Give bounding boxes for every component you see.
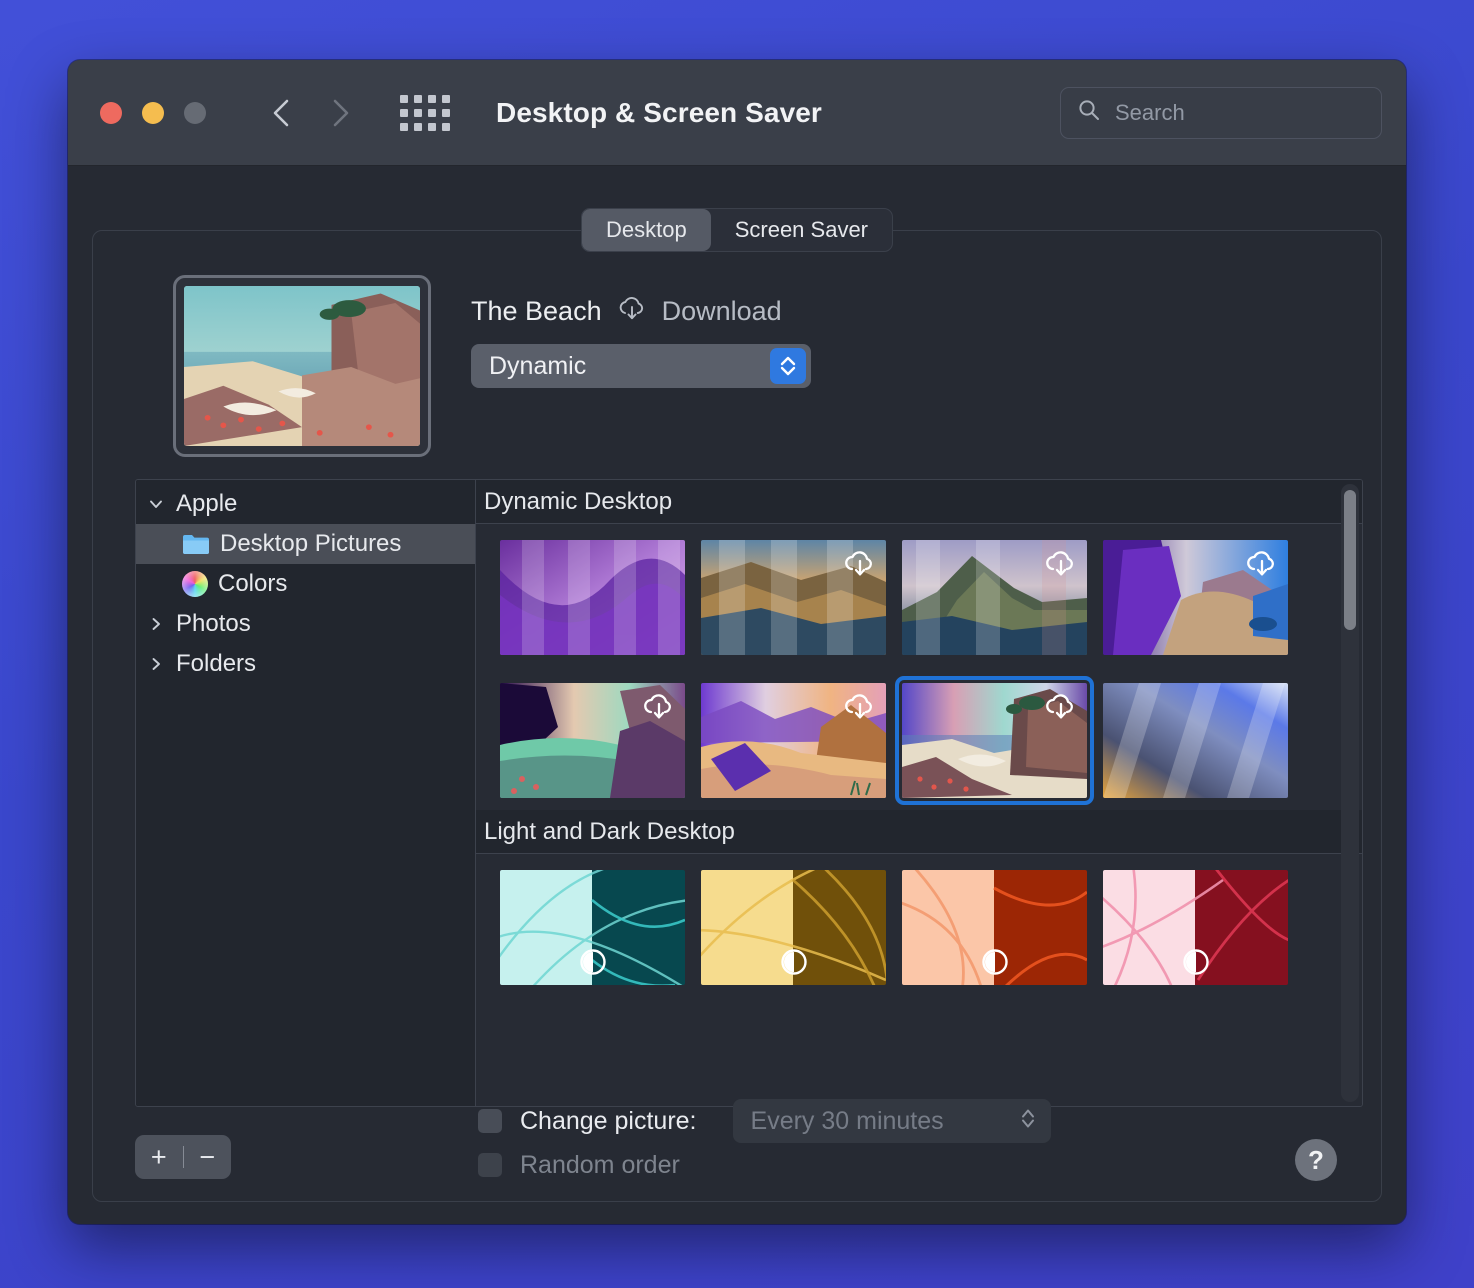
sidebar-item-label: Apple (176, 490, 237, 518)
search-icon (1077, 98, 1101, 127)
change-picture-checkbox[interactable] (478, 1109, 502, 1133)
window-titlebar: Desktop & Screen Saver Search (68, 60, 1406, 166)
light-dark-icon (576, 945, 610, 979)
wallpaper-gallery[interactable]: Dynamic Desktop (476, 480, 1362, 1106)
system-preferences-window: Desktop & Screen Saver Search Desktop Sc… (68, 60, 1406, 1224)
chevron-updown-icon (770, 348, 806, 384)
wallpaper-thumb-teal[interactable] (500, 870, 685, 985)
wallpaper-thumb-the-cliffs[interactable] (1103, 540, 1288, 655)
change-picture-controls: Change picture: Every 30 minutes Rand (478, 1099, 1051, 1187)
tab-desktop[interactable]: Desktop (582, 209, 711, 251)
chevron-right-icon[interactable] (146, 655, 166, 673)
back-chevron-icon[interactable] (268, 96, 294, 130)
wallpaper-thumb-pink[interactable] (1103, 870, 1288, 985)
gallery-scrollbar[interactable] (1341, 484, 1359, 1102)
add-folder-button[interactable]: + (135, 1142, 183, 1173)
sidebar-item-label: Photos (176, 610, 251, 638)
download-label[interactable]: Download (662, 296, 782, 327)
remove-folder-button[interactable]: − (184, 1142, 232, 1173)
preference-content: Desktop Screen Saver (68, 166, 1406, 1224)
show-all-grid-icon[interactable] (400, 95, 450, 131)
chevron-down-icon[interactable] (146, 495, 166, 513)
wallpaper-thumb-catalina[interactable] (902, 540, 1087, 655)
cloud-download-icon (1043, 548, 1079, 580)
wallpaper-thumb-orange[interactable] (902, 870, 1087, 985)
sidebar-item-folders[interactable]: Folders (136, 644, 475, 684)
sidebar-item-desktop-pictures[interactable]: Desktop Pictures (136, 524, 475, 564)
light-dark-icon (1179, 945, 1213, 979)
cloud-download-icon (1043, 691, 1079, 723)
color-wheel-icon (182, 571, 208, 597)
source-and-gallery: Apple Desktop Pictures Colo (135, 479, 1363, 1107)
search-placeholder: Search (1115, 100, 1185, 126)
cloud-download-icon[interactable] (616, 295, 648, 328)
current-wallpaper-preview[interactable] (173, 275, 431, 457)
cloud-download-icon (641, 691, 677, 723)
source-sidebar: Apple Desktop Pictures Colo (136, 480, 476, 1106)
cloud-download-icon (842, 548, 878, 580)
light-dark-icon (978, 945, 1012, 979)
change-interval-popup[interactable]: Every 30 minutes (733, 1099, 1051, 1143)
traffic-lights (100, 102, 206, 124)
sidebar-item-colors[interactable]: Colors (136, 564, 475, 604)
wallpaper-thumb-the-lake[interactable] (500, 683, 685, 798)
tab-screen-saver[interactable]: Screen Saver (711, 209, 892, 251)
wallpaper-thumb-solar-gradients[interactable] (1103, 683, 1288, 798)
sidebar-item-label: Folders (176, 650, 256, 678)
wallpaper-thumb-big-sur[interactable] (701, 540, 886, 655)
chevron-updown-icon (1019, 1106, 1037, 1137)
desktop-pane: The Beach Download Dynamic (92, 230, 1382, 1202)
page-title: Desktop & Screen Saver (496, 97, 822, 129)
folder-icon (182, 533, 210, 555)
close-button[interactable] (100, 102, 122, 124)
sidebar-item-label: Colors (218, 570, 287, 598)
thumbnail-row (476, 667, 1362, 810)
wallpaper-style-value: Dynamic (489, 352, 586, 381)
wallpaper-name: The Beach (471, 296, 602, 327)
zoom-button[interactable] (184, 102, 206, 124)
sidebar-item-apple[interactable]: Apple (136, 484, 475, 524)
chevron-right-icon[interactable] (146, 615, 166, 633)
minimize-button[interactable] (142, 102, 164, 124)
sidebar-item-label: Desktop Pictures (220, 530, 401, 558)
wallpaper-thumb-the-beach[interactable] (902, 683, 1087, 798)
sidebar-item-photos[interactable]: Photos (136, 604, 475, 644)
light-dark-icon (777, 945, 811, 979)
preview-image (184, 286, 420, 446)
change-picture-label: Change picture: (520, 1107, 697, 1136)
section-header-light-and-dark-desktop: Light and Dark Desktop (476, 810, 1362, 854)
wallpaper-style-popup[interactable]: Dynamic (471, 344, 811, 388)
add-remove-folder-control: + − (135, 1135, 231, 1179)
wallpaper-thumb-the-desert[interactable] (701, 683, 886, 798)
change-interval-value: Every 30 minutes (751, 1107, 944, 1136)
random-order-checkbox[interactable] (478, 1153, 502, 1177)
scrollbar-thumb[interactable] (1344, 490, 1356, 630)
wallpaper-info: The Beach Download Dynamic (471, 275, 811, 457)
wallpaper-thumb-yellow[interactable] (701, 870, 886, 985)
tab-bar: Desktop Screen Saver (581, 208, 893, 252)
preview-section: The Beach Download Dynamic (173, 275, 811, 457)
thumbnail-row (476, 854, 1362, 997)
section-header-dynamic-desktop: Dynamic Desktop (476, 480, 1362, 524)
forward-chevron-icon[interactable] (328, 96, 354, 130)
cloud-download-icon (1244, 548, 1280, 580)
cloud-download-icon (842, 691, 878, 723)
help-button[interactable]: ? (1295, 1139, 1337, 1181)
thumbnail-row (476, 524, 1362, 667)
navigation-buttons (268, 96, 354, 130)
wallpaper-thumb-monterey[interactable] (500, 540, 685, 655)
search-input[interactable]: Search (1060, 87, 1382, 139)
random-order-label: Random order (520, 1151, 680, 1180)
